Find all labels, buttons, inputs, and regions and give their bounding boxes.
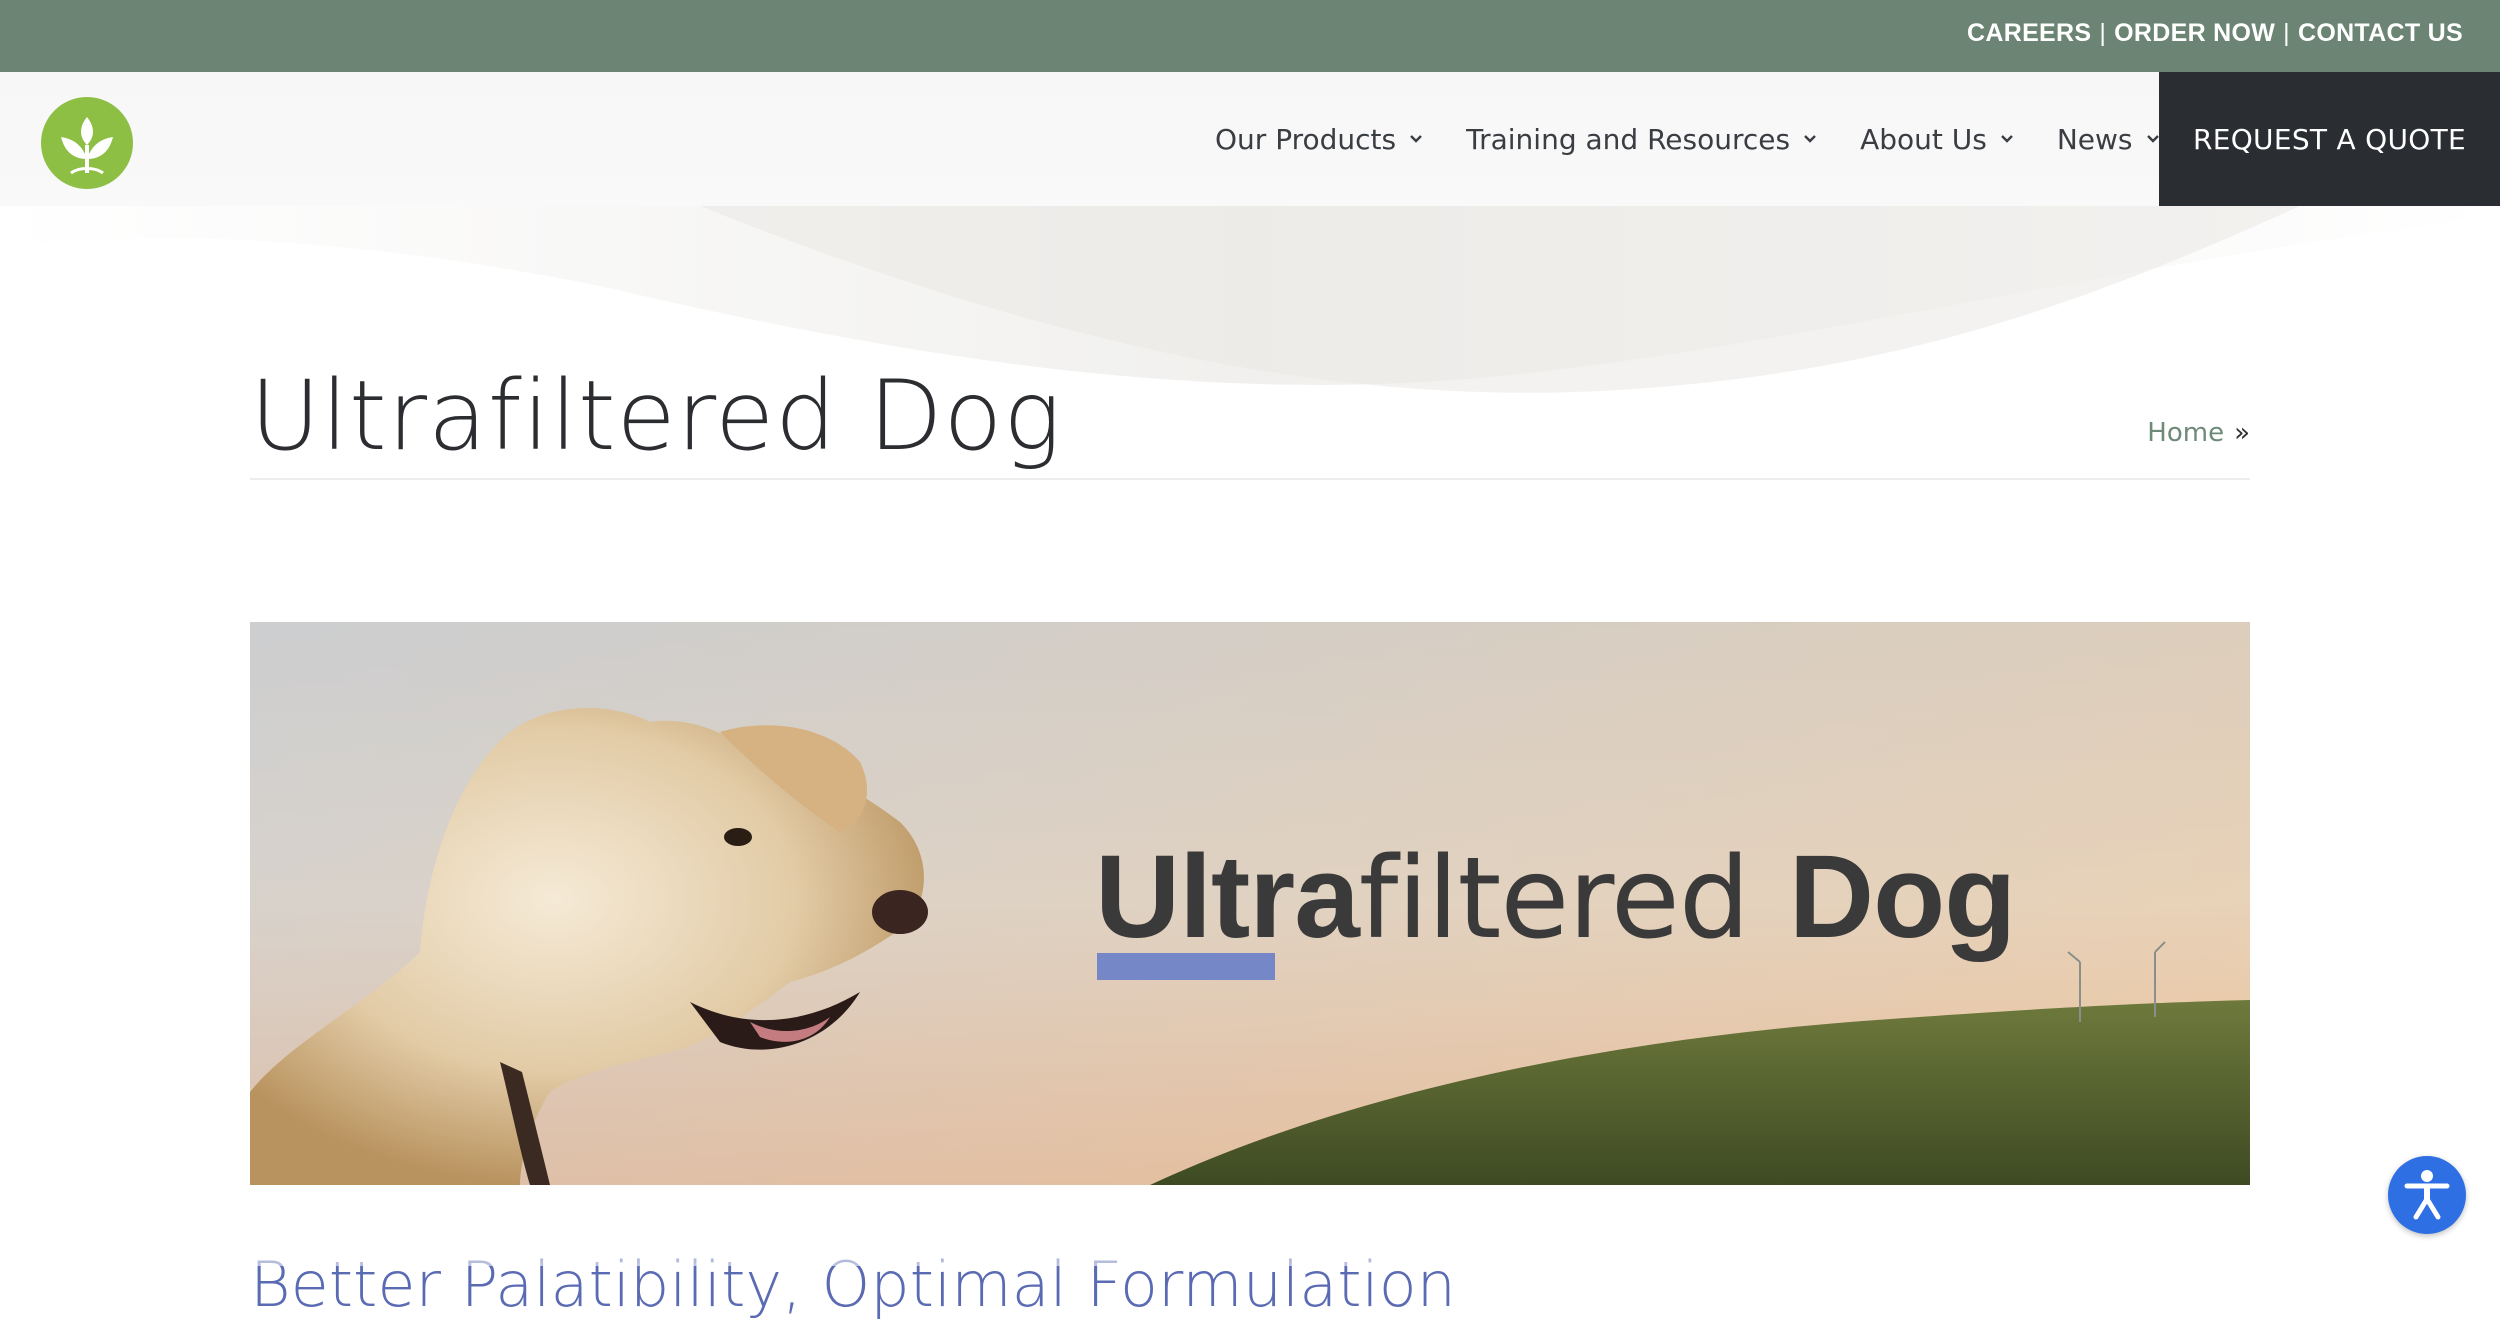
breadcrumb: Home » bbox=[2147, 418, 2250, 448]
top-links: CAREERS | ORDER NOW | CONTACT US bbox=[1967, 19, 2463, 48]
leaf-logo-icon[interactable] bbox=[41, 97, 133, 189]
nav-label: About Us bbox=[1860, 122, 1987, 156]
brand-ultra: Ultra bbox=[1095, 831, 1361, 963]
top-utility-bar: CAREERS | ORDER NOW | CONTACT US bbox=[0, 0, 2500, 72]
breadcrumb-separator: » bbox=[2234, 418, 2250, 448]
hero-banner: Ultrafiltered Dog bbox=[250, 622, 2250, 1185]
svg-text:UltrafilteredDog: Ultrafiltered Dog bbox=[1095, 831, 2015, 964]
nav-training-resources[interactable]: Training and Resources bbox=[1466, 123, 1818, 156]
accessibility-button[interactable] bbox=[2388, 1156, 2466, 1234]
hero-image: Ultrafiltered Dog bbox=[250, 622, 2250, 1185]
nav-our-products[interactable]: Our Products bbox=[1215, 123, 1424, 156]
nav-news[interactable]: News bbox=[2057, 123, 2161, 156]
accessibility-person-icon bbox=[2404, 1170, 2450, 1220]
breadcrumb-home-link[interactable]: Home bbox=[2147, 418, 2224, 448]
contact-us-link[interactable]: CONTACT US bbox=[2298, 19, 2463, 47]
brand-dog: Dog bbox=[1789, 831, 2015, 963]
nav-label: Training and Resources bbox=[1466, 122, 1791, 156]
nav-about-us[interactable]: About Us bbox=[1860, 123, 2015, 156]
request-quote-button[interactable]: REQUEST A QUOTE bbox=[2159, 72, 2500, 206]
primary-nav: Our Products Training and Resources Abou… bbox=[1215, 72, 2203, 206]
separator: | bbox=[2099, 19, 2107, 47]
separator: | bbox=[2283, 19, 2290, 47]
brand-underline bbox=[1097, 953, 1275, 980]
brand-filtered: filtered bbox=[1359, 834, 1749, 964]
page-title: Ultrafiltered Dog bbox=[250, 360, 1062, 472]
nav-label: Our Products bbox=[1215, 122, 1397, 156]
chevron-down-icon bbox=[1804, 135, 1816, 143]
order-now-link[interactable]: ORDER NOW bbox=[2114, 19, 2275, 47]
chevron-down-icon bbox=[1410, 135, 1422, 143]
bottom-fade bbox=[0, 1215, 2500, 1266]
nav-label: News bbox=[2056, 122, 2133, 156]
careers-link[interactable]: CAREERS bbox=[1967, 19, 2091, 47]
title-divider bbox=[250, 478, 2250, 480]
main-header: Our Products Training and Resources Abou… bbox=[0, 72, 2500, 206]
chevron-down-icon bbox=[2000, 135, 2013, 143]
